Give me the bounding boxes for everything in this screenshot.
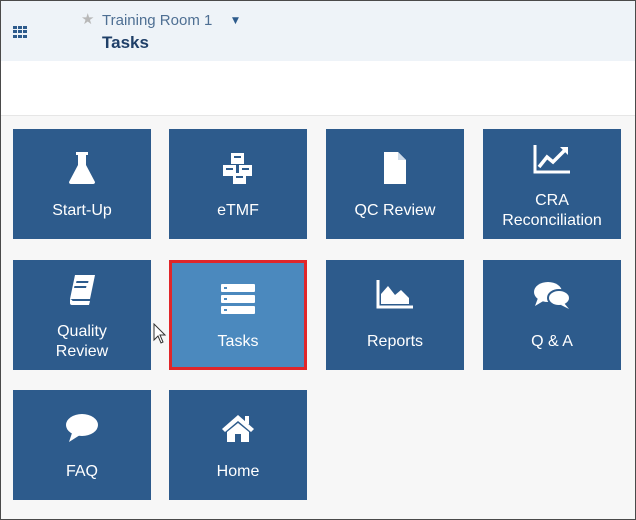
tile-label: Tasks [217, 333, 259, 350]
tile-label: FAQ [65, 463, 98, 480]
toolbar-area [1, 61, 635, 116]
area-chart-icon [326, 278, 464, 316]
speech-bubble-icon [13, 412, 151, 450]
tile-label: Reports [366, 333, 424, 350]
tile-quality-review[interactable]: Quality Review [13, 260, 151, 370]
tile-start-up[interactable]: Start-Up [13, 129, 151, 239]
tile-cra-reconciliation[interactable]: CRA Reconciliation [483, 129, 621, 239]
tile-label: CRA Reconciliation [483, 191, 621, 231]
line-chart-icon [483, 143, 621, 181]
tile-label: Start-Up [52, 202, 112, 219]
tile-qc-review[interactable]: QC Review [326, 129, 464, 239]
tile-faq[interactable]: FAQ [13, 390, 151, 500]
app-grid-icon[interactable] [13, 26, 27, 38]
chevron-down-icon[interactable]: ▼ [232, 16, 239, 26]
tile-label: Q & A [531, 333, 573, 350]
tile-home[interactable]: Home [169, 390, 307, 500]
tile-label-line2: Review [55, 343, 109, 360]
document-icon [326, 151, 464, 189]
cubes-icon [169, 151, 307, 189]
tile-reports[interactable]: Reports [326, 260, 464, 370]
tile-label: QC Review [354, 202, 436, 219]
flask-icon [13, 151, 151, 189]
tile-label: Home [216, 463, 260, 480]
room-selector[interactable]: Training Room 1 [102, 12, 212, 29]
top-header: ★ Training Room 1 ▼ Tasks [1, 1, 635, 61]
tile-tasks[interactable]: Tasks [169, 260, 307, 370]
mouse-cursor-icon [153, 322, 167, 350]
star-icon[interactable]: ★ [81, 10, 94, 28]
tile-label-line1: Quality [57, 323, 107, 340]
chat-bubbles-icon [483, 280, 621, 318]
tile-label: Quality Review [13, 322, 151, 362]
tile-q-and-a[interactable]: Q & A [483, 260, 621, 370]
home-icon [169, 412, 307, 450]
tile-etmf[interactable]: eTMF [169, 129, 307, 239]
tile-label-line1: CRA [535, 192, 569, 209]
book-icon [13, 274, 151, 312]
tile-label: eTMF [217, 202, 259, 219]
page-title: Tasks [102, 33, 149, 52]
tile-label-line2: Reconciliation [502, 212, 602, 229]
tasks-icon [172, 282, 304, 320]
app-window: ★ Training Room 1 ▼ Tasks Start-Up eTMF … [0, 0, 636, 520]
